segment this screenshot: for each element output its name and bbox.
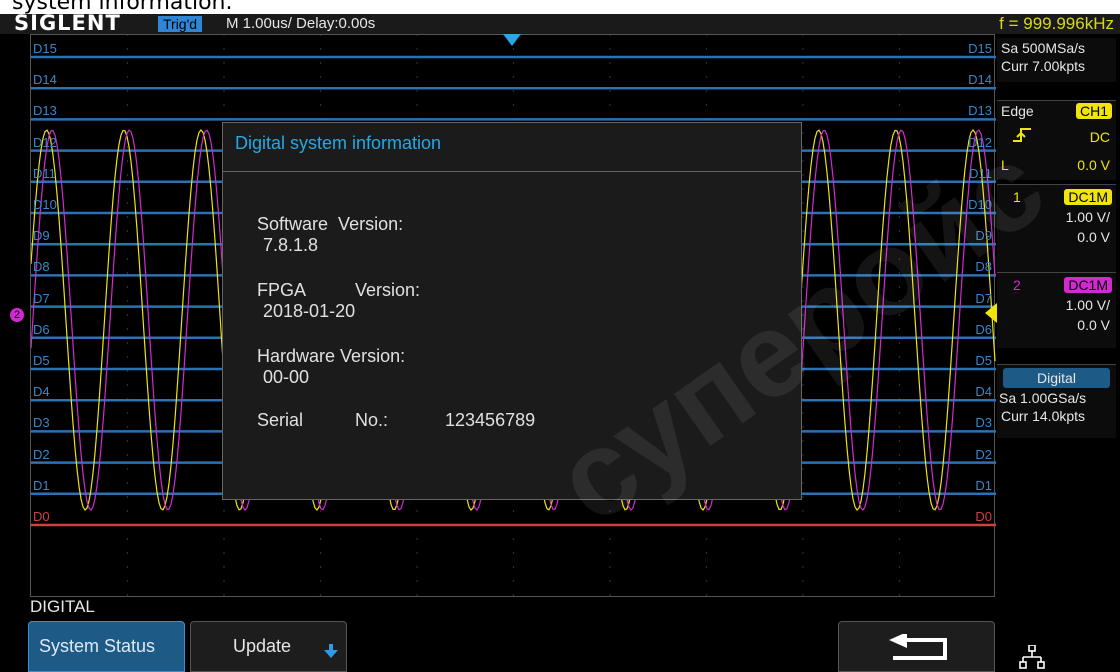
sample-rate: Sa 500MSa/s — [1001, 40, 1086, 56]
right-label-d3: D3 — [975, 415, 992, 431]
trigger-status-badge: Trig'd — [158, 16, 203, 32]
digital-badge: Digital — [1003, 368, 1110, 388]
frequency-readout: f = 999.996kHz — [999, 14, 1114, 33]
left-label-d15: D15 — [33, 41, 57, 56]
digital-current-points: Curr 14.0kpts — [1001, 408, 1086, 424]
left-label-d6: D6 — [33, 321, 50, 337]
ch2-scale: 1.00 V/ — [1065, 297, 1110, 313]
ch1-coupling-badge: DC1M — [1064, 189, 1112, 205]
ch2-panel[interactable]: 2 DC1M 1.00 V/ 0.0 V — [997, 272, 1116, 348]
status-bar: SIGLENT Trig'd M 1.00us/ Delay:0.00s f =… — [0, 14, 1120, 35]
current-points: Curr 7.00kpts — [1001, 58, 1086, 74]
ch1-scale: 1.00 V/ — [1065, 209, 1110, 225]
left-label-d10: D10 — [33, 197, 57, 212]
serial-label: Serial — [257, 410, 304, 430]
fpga-label: FPGA — [257, 280, 307, 300]
right-label-d14: D14 — [968, 72, 992, 88]
trigger-type: Edge — [1001, 103, 1034, 119]
software-label: Software Version: — [257, 214, 404, 234]
timebase-readout[interactable]: M 1.00us/ Delay:0.00s — [226, 15, 375, 32]
ch1-offset: 0.0 V — [1077, 229, 1110, 245]
serial-value: 123456789 — [445, 410, 536, 430]
right-label-d1: D1 — [975, 477, 992, 493]
trigger-source-badge: CH1 — [1075, 103, 1112, 119]
left-label-d3: D3 — [33, 415, 50, 431]
update-label: Update — [233, 636, 292, 656]
right-label-d2: D2 — [975, 446, 992, 462]
ch2-coupling-badge: DC1M — [1064, 277, 1112, 293]
left-label-d1: D1 — [33, 477, 50, 493]
brand-logo: SIGLENT — [14, 14, 121, 35]
menu-title: DIGITAL — [30, 597, 95, 616]
oscilloscope-screen: SIGLENT Trig'd M 1.00us/ Delay:0.00s f =… — [0, 14, 1120, 672]
digital-panel[interactable]: Digital Sa 1.00GSa/s Curr 14.0kpts — [997, 364, 1116, 438]
fpga-value: 2018-01-20 — [263, 301, 356, 321]
system-status-button[interactable]: System Status — [28, 621, 185, 672]
fpga-version-label: Version: — [355, 280, 421, 300]
back-button[interactable] — [838, 621, 995, 672]
left-label-d13: D13 — [33, 103, 57, 119]
left-label-d8: D8 — [33, 259, 50, 275]
left-label-d9: D9 — [33, 228, 50, 244]
update-button[interactable]: Update — [190, 621, 347, 672]
network-status — [997, 621, 1120, 672]
trigger-position-icon[interactable] — [503, 34, 521, 48]
trigger-coupling: DC — [1089, 129, 1110, 145]
right-label-d6: D6 — [975, 321, 992, 337]
left-label-d11: D11 — [33, 165, 56, 181]
right-label-d5: D5 — [975, 353, 992, 368]
left-label-d5: D5 — [33, 353, 50, 368]
ch2-level-marker[interactable]: 2 — [10, 308, 24, 322]
down-arrow-icon — [324, 644, 338, 658]
left-label-d2: D2 — [33, 446, 50, 462]
caption-text: system information. — [12, 0, 233, 15]
trigger-level-icon[interactable] — [985, 303, 997, 323]
left-label-d14: D14 — [33, 72, 57, 88]
dialog-divider — [223, 171, 801, 172]
software-value: 7.8.1.8 — [263, 235, 319, 255]
rising-edge-icon — [1013, 128, 1031, 142]
ch2-number: 2 — [1013, 277, 1021, 293]
left-label-d0: D0 — [33, 509, 50, 524]
left-label-d7: D7 — [33, 290, 50, 306]
acquisition-panel[interactable]: Sa 500MSa/s Curr 7.00kpts — [997, 38, 1116, 82]
right-label-d4: D4 — [975, 384, 992, 400]
right-label-d0: D0 — [975, 509, 992, 524]
left-label-d4: D4 — [33, 384, 50, 400]
serial-row: Serial No.: 123456789 — [227, 389, 535, 452]
right-label-d15: D15 — [968, 41, 992, 56]
trigger-level-value: 0.0 V — [1077, 157, 1110, 173]
digital-sample-rate: Sa 1.00GSa/s — [999, 390, 1087, 406]
serial-no-label: No.: — [355, 410, 389, 430]
back-arrow-icon — [889, 634, 947, 660]
hardware-label: Hardware Version: — [257, 346, 406, 366]
network-icon — [1019, 645, 1045, 669]
dialog-title: Digital system information — [235, 133, 442, 153]
ch2-offset: 0.0 V — [1077, 317, 1110, 333]
hardware-value: 00-00 — [263, 367, 310, 387]
system-status-label: System Status — [39, 636, 156, 656]
left-label-d12: D12 — [33, 134, 57, 150]
